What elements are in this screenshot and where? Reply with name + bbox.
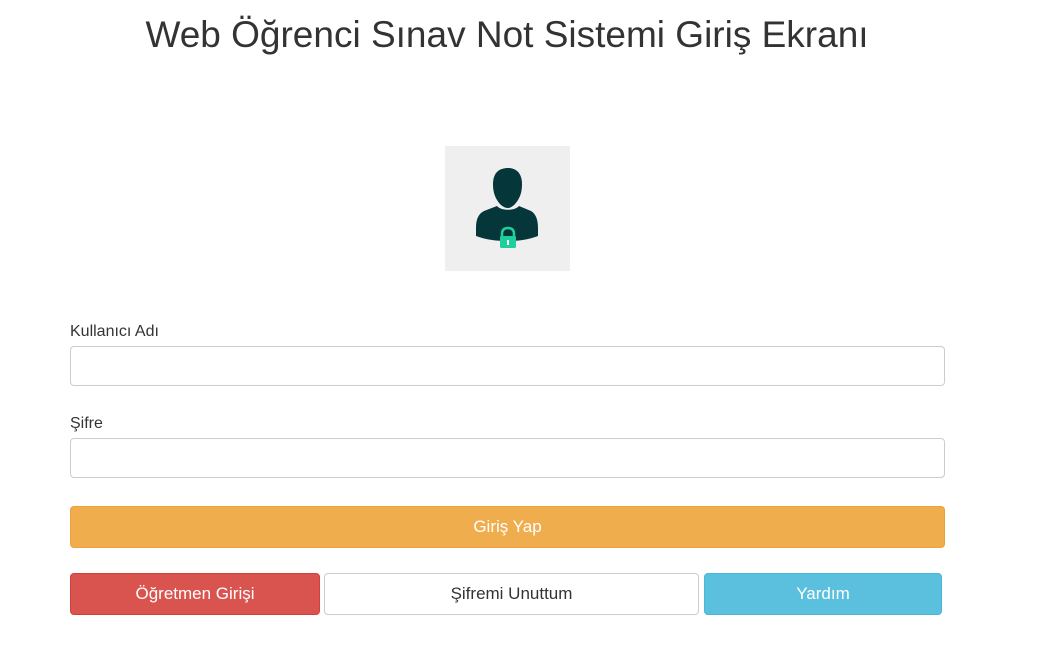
teacher-login-button[interactable]: Öğretmen Girişi <box>70 573 320 615</box>
password-input[interactable] <box>70 438 945 478</box>
password-label: Şifre <box>70 415 103 432</box>
login-button[interactable]: Giriş Yap <box>70 506 945 548</box>
forgot-password-button[interactable]: Şifremi Unuttum <box>324 573 699 615</box>
page-title: Web Öğrenci Sınav Not Sistemi Giriş Ekra… <box>145 14 869 55</box>
username-label: Kullanıcı Adı <box>70 323 159 340</box>
avatar <box>445 146 570 271</box>
help-button[interactable]: Yardım <box>704 573 942 615</box>
user-lock-icon <box>476 168 538 248</box>
username-input[interactable] <box>70 346 945 386</box>
